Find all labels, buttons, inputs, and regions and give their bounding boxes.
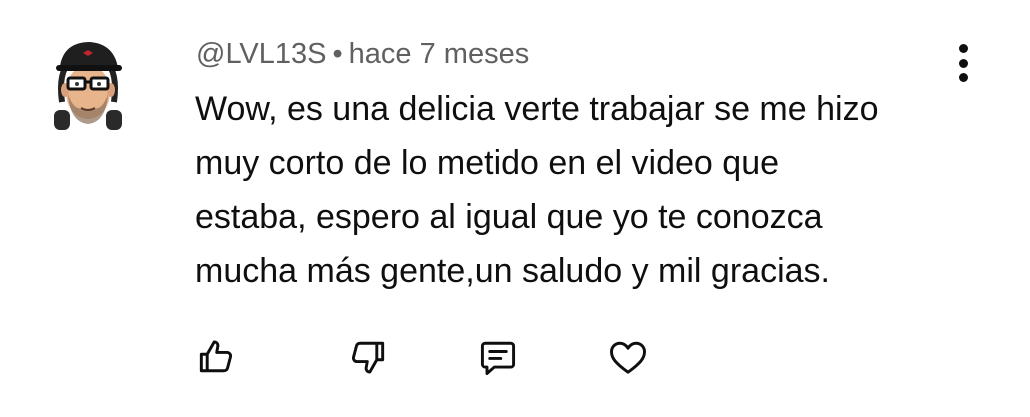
- thumb-down-icon: [351, 341, 385, 374]
- more-options-button[interactable]: [948, 40, 978, 86]
- like-button[interactable]: [194, 335, 238, 379]
- comment-line: Wow, es una delicia verte trabajar se me…: [195, 90, 879, 128]
- comment-line: mucha más gente,un saludo y mil gracias.: [195, 252, 830, 290]
- author-name[interactable]: @LVL13S: [196, 38, 327, 70]
- reply-button[interactable]: [476, 335, 520, 379]
- comment-header: @LVL13S • hace 7 meses: [196, 34, 529, 74]
- thumb-up-icon: [199, 340, 233, 373]
- reply-comment-icon: [480, 341, 516, 375]
- avatar[interactable]: [48, 32, 128, 132]
- more-vert-icon: [958, 44, 968, 53]
- comment-item: @LVL13S • hace 7 meses Wow, es una delicia…: [0, 0, 1030, 417]
- comment-line: estaba, espero al igual que yo te conozc…: [195, 198, 823, 236]
- avatar-image: [54, 42, 122, 130]
- dislike-button[interactable]: [346, 335, 390, 379]
- more-vert-icon-dot: [958, 73, 968, 82]
- more-vert-icon-dot: [958, 58, 968, 68]
- comment-time: hace 7 meses: [348, 38, 530, 70]
- comment-line: muy corto de lo metido en el video que: [195, 144, 780, 182]
- comment-text: Wow, es una delicia verte trabajar se me…: [195, 82, 965, 298]
- heart-icon: [610, 341, 646, 374]
- heart-button[interactable]: [606, 335, 650, 379]
- separator-dot: •: [332, 38, 343, 70]
